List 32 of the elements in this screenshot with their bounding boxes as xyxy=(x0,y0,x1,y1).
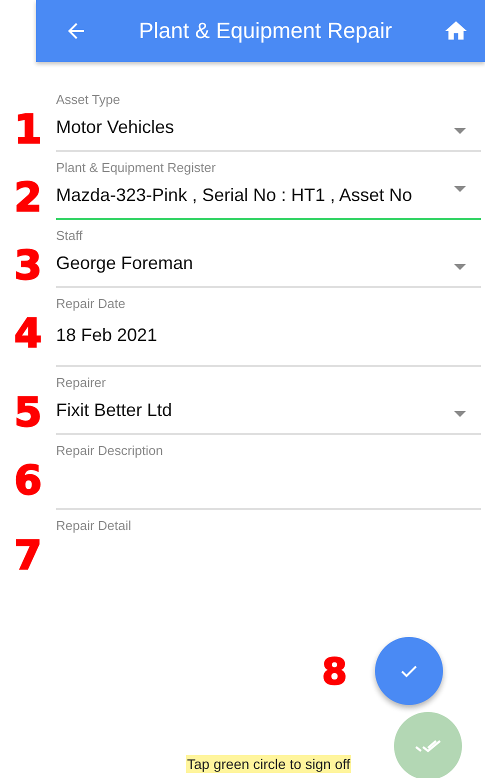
dropdown-caret-icon xyxy=(454,264,466,270)
field-label: Repair Detail xyxy=(56,518,132,533)
dropdown-field[interactable]: Repairer Fixit Better Ltd xyxy=(56,375,481,435)
annotation-number: 5 xyxy=(13,393,43,433)
annotation-number: 6 xyxy=(13,461,43,501)
field-value: 18 Feb 2021 xyxy=(56,325,158,347)
input-field[interactable]: Repair Date 18 Feb 2021 xyxy=(56,296,481,367)
field-label: Repair Date xyxy=(56,296,126,311)
annotation-number: 8 xyxy=(322,655,348,691)
screen-title: Plant & Equipment Repair xyxy=(138,18,394,44)
dropdown-field[interactable]: Staff George Foreman xyxy=(56,228,481,288)
dropdown-field[interactable]: Plant & Equipment Register Mazda-323-Pink , Serial No : HT1 , Asset No xyxy=(56,160,481,220)
save-button[interactable] xyxy=(375,637,443,705)
dropdown-caret-icon xyxy=(454,411,466,417)
annotation-number: 1 xyxy=(13,110,43,150)
annotation-number: 4 xyxy=(13,314,43,354)
dropdown-field[interactable]: Asset Type Motor Vehicles xyxy=(56,92,481,152)
field-label: Asset Type xyxy=(56,92,122,107)
field-label: Repairer xyxy=(56,375,107,390)
hint-text: Tap green circle to sign off xyxy=(186,755,352,773)
field-value: Fixit Better Ltd xyxy=(56,400,172,422)
annotation-number: 2 xyxy=(13,178,43,218)
field-value: Motor Vehicles xyxy=(56,117,174,139)
field-label: Repair Description xyxy=(56,443,164,458)
annotation-number: 3 xyxy=(13,246,43,286)
field-label: Plant & Equipment Register xyxy=(56,160,217,175)
field-value: George Foreman xyxy=(56,253,194,275)
dropdown-caret-icon xyxy=(454,186,466,192)
dropdown-caret-icon xyxy=(454,128,466,134)
annotation-number: 7 xyxy=(13,536,43,576)
field-value: Mazda-323-Pink , Serial No : HT1 , Asset No xyxy=(56,185,412,207)
field-label: Staff xyxy=(56,228,84,243)
